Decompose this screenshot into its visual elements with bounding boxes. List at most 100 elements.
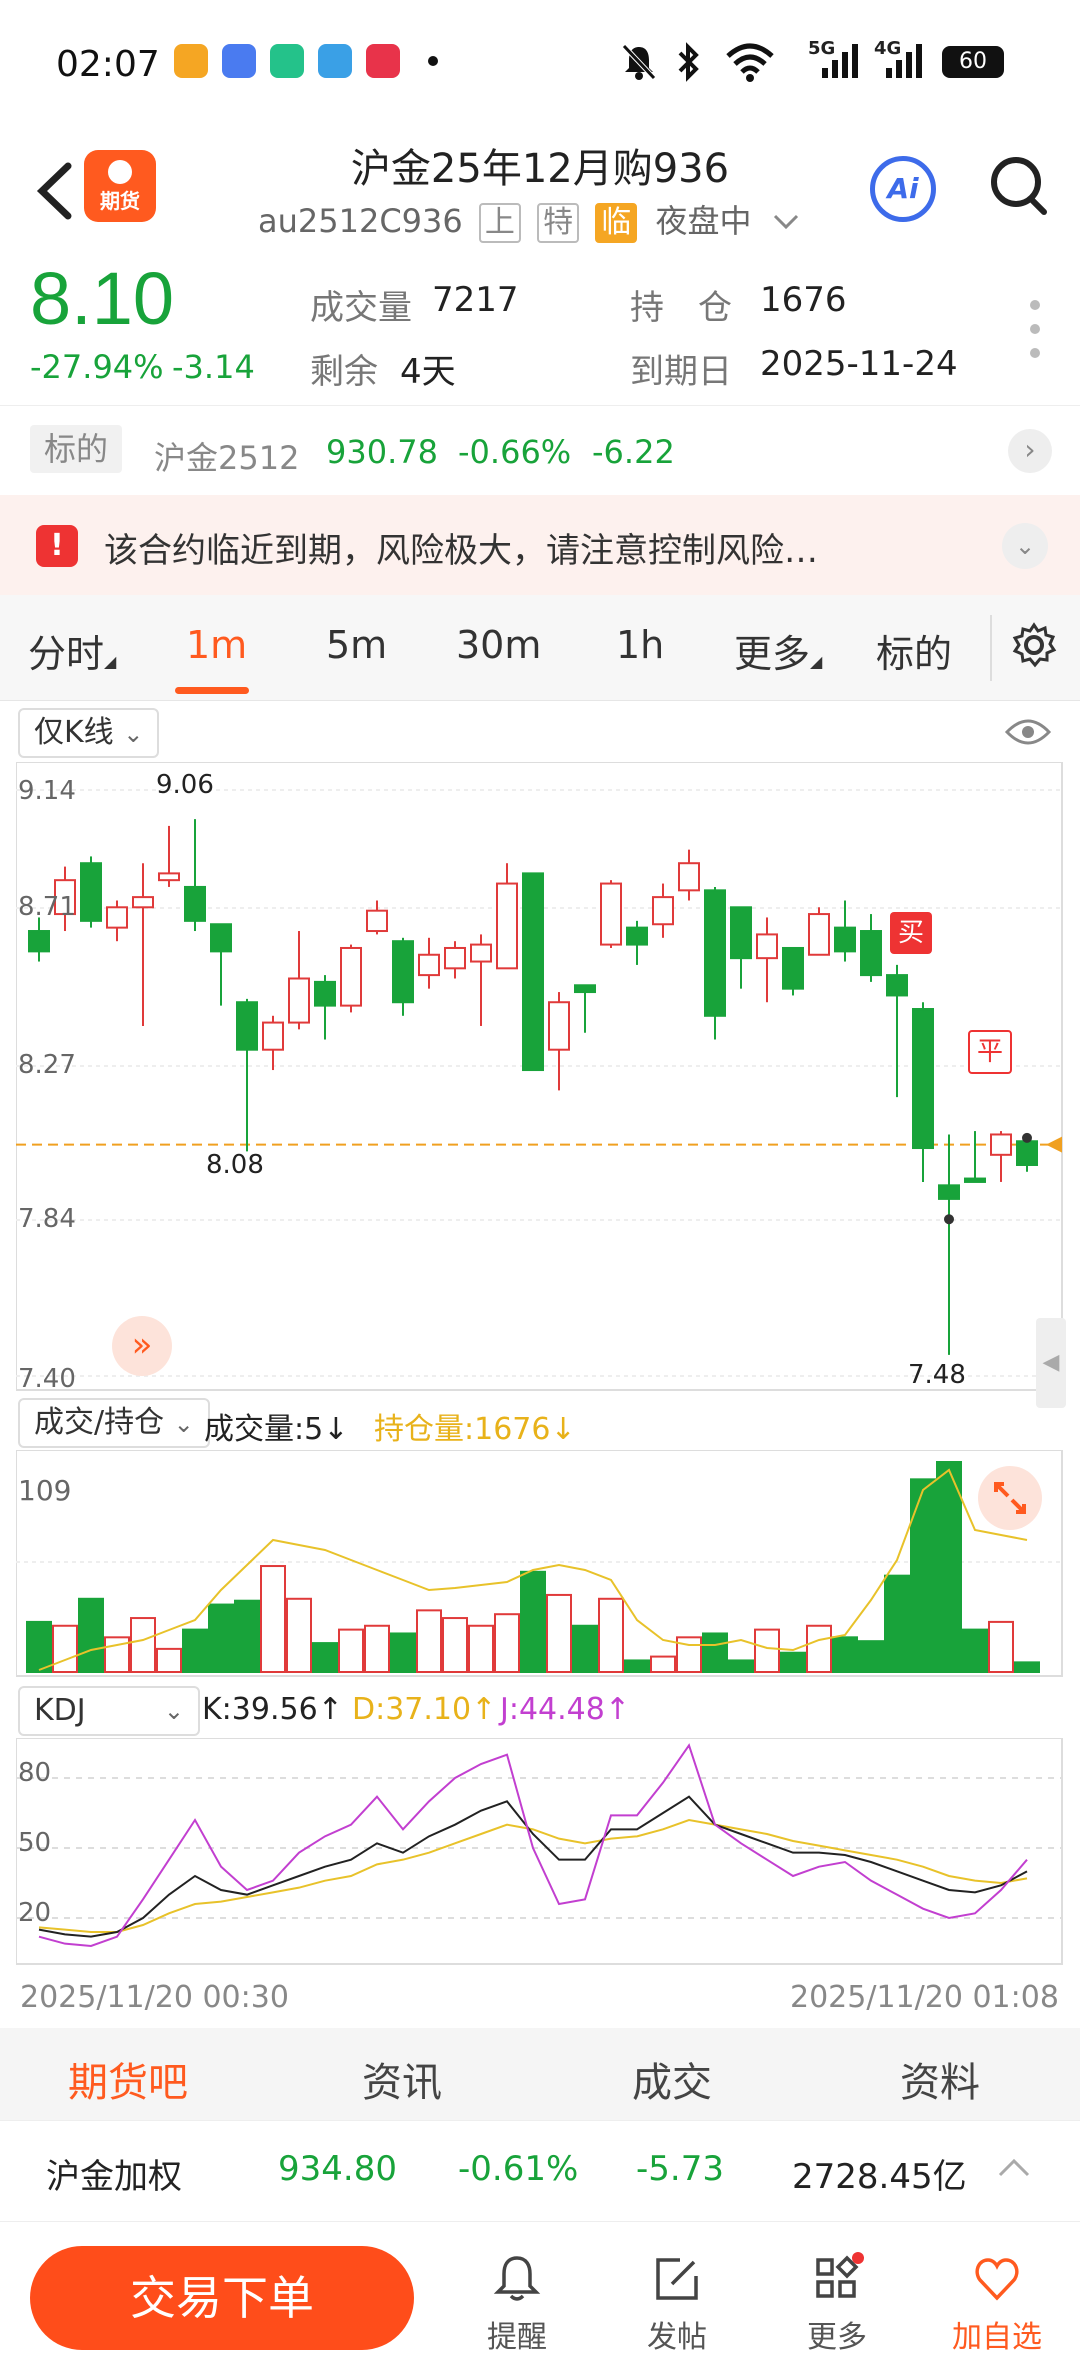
candle-body xyxy=(652,896,674,926)
change-percent: -27.94% xyxy=(30,348,164,386)
kdj-chart[interactable] xyxy=(16,1738,1064,1968)
volume-chart[interactable] xyxy=(16,1450,1064,1680)
warning-text: 该合约临近到期，风险极大，请注意控制风险… xyxy=(104,531,818,571)
last-price-marker xyxy=(1046,1136,1062,1153)
trade-order-button[interactable]: 交易下单 xyxy=(30,2246,414,2350)
change-value: -3.14 xyxy=(172,348,255,386)
side-drawer-handle[interactable]: ◀ xyxy=(1036,1318,1066,1408)
chevron-down-icon xyxy=(773,214,798,230)
volume-bar xyxy=(832,1636,858,1674)
open-interest-label: 持 仓 xyxy=(630,288,732,328)
app-notification-icon xyxy=(270,44,304,78)
tab-news[interactable]: 资讯 xyxy=(362,2050,442,2108)
candle-body xyxy=(522,872,544,1072)
tab-more[interactable]: 更多◢ xyxy=(734,623,822,678)
volume-bar xyxy=(468,1624,494,1674)
candle-body xyxy=(548,1001,570,1051)
active-tab-indicator xyxy=(175,687,249,694)
volume-bar xyxy=(884,1574,910,1673)
nav-post[interactable]: 发帖 xyxy=(622,2252,732,2356)
k-value: K:39.56↑ xyxy=(202,1692,343,1727)
grid-icon xyxy=(816,2252,864,2298)
period-tabs: 分时◢ 1m 5m 30m 1h 更多◢ 标的 xyxy=(0,595,1080,701)
volume-max-label: 109 xyxy=(18,1474,72,1507)
candle-body xyxy=(600,882,622,946)
min-price-label: 7.48 xyxy=(908,1360,966,1390)
candle-body xyxy=(990,1133,1012,1156)
weighted-index-row[interactable]: 沪金加权 934.80 -0.61% -5.73 2728.45亿 xyxy=(0,2120,1080,2222)
battery-level: 60 xyxy=(959,49,987,74)
candle-body xyxy=(938,1184,960,1200)
app-notification-icon xyxy=(318,44,352,78)
back-arrow-icon[interactable] xyxy=(28,156,88,226)
tab-1m[interactable]: 1m xyxy=(186,623,247,667)
volume-bar xyxy=(234,1599,260,1673)
tab-forum[interactable]: 期货吧 xyxy=(68,2050,188,2108)
futures-logo: 期货 xyxy=(84,150,156,222)
search-icon[interactable] xyxy=(988,152,1048,218)
indicator-dropdown[interactable]: KDJ ⌄ xyxy=(18,1686,200,1736)
nav-remind[interactable]: 提醒 xyxy=(462,2252,572,2356)
header: 期货 沪金25年12月购936 au2512C936 上 特 临 夜盘中 Ai xyxy=(0,130,1080,250)
ai-assistant-button[interactable]: Ai xyxy=(870,156,936,222)
dropdown-label: 仅K线 xyxy=(34,715,114,750)
candle-body xyxy=(28,930,50,953)
trade-point-dot xyxy=(944,1214,954,1225)
expiry-value: 2025-11-24 xyxy=(760,344,958,384)
volume-bar xyxy=(624,1659,650,1674)
volume-bar xyxy=(260,1565,286,1673)
nav-label: 提醒 xyxy=(487,2320,547,2355)
volume-mode-dropdown[interactable]: 成交/持仓 ⌄ xyxy=(18,1398,210,1448)
candle-body xyxy=(964,1177,986,1183)
tab-trades[interactable]: 成交 xyxy=(632,2050,712,2108)
candle-body xyxy=(314,980,336,1007)
more-vertical-icon[interactable] xyxy=(1030,300,1042,372)
tab-5m[interactable]: 5m xyxy=(326,623,387,667)
tab-1h[interactable]: 1h xyxy=(616,623,664,667)
fullscreen-button[interactable] xyxy=(978,1466,1042,1530)
contract-subline[interactable]: au2512C936 上 特 临 夜盘中 xyxy=(258,196,800,243)
candle-body xyxy=(184,885,206,922)
tab-underlying[interactable]: 标的 xyxy=(876,623,952,678)
volume-value: 7217 xyxy=(432,280,519,320)
volume-bar xyxy=(650,1655,676,1674)
tab-30m[interactable]: 30m xyxy=(456,623,541,667)
buy-marker[interactable]: 买 xyxy=(890,912,932,954)
chevron-right-icon[interactable]: › xyxy=(1008,429,1052,473)
chevron-up-icon[interactable] xyxy=(996,2155,1032,2179)
warning-icon: ! xyxy=(36,525,78,567)
chevron-down-icon[interactable]: ⌄ xyxy=(1002,523,1048,569)
gear-icon[interactable] xyxy=(1010,621,1058,669)
tab-info[interactable]: 资料 xyxy=(900,2050,980,2108)
candle-body xyxy=(392,940,414,1004)
expand-history-button[interactable]: » xyxy=(112,1316,172,1376)
volume-bar xyxy=(936,1461,962,1673)
kline-chart[interactable] xyxy=(16,762,1064,1392)
volume-bar xyxy=(572,1624,598,1674)
candle-body xyxy=(366,909,388,933)
index-percent: -0.61% xyxy=(458,2149,579,2189)
candle-body xyxy=(418,953,440,977)
volume-bar xyxy=(910,1478,936,1674)
underlying-row[interactable]: 标的 沪金2512 930.78 -0.66% -6.22 › xyxy=(0,405,1080,495)
risk-warning-banner[interactable]: ! 该合约临近到期，风险极大，请注意控制风险… ⌄ xyxy=(0,495,1080,595)
volume-bar xyxy=(416,1609,442,1673)
candle-body xyxy=(756,933,778,960)
close-marker[interactable]: 平 xyxy=(968,1030,1012,1074)
tab-label: 分时 xyxy=(28,632,105,676)
nav-more[interactable]: 更多 xyxy=(782,2252,892,2356)
kline-mode-dropdown[interactable]: 仅K线 ⌄ xyxy=(18,708,160,758)
volume-bar xyxy=(754,1628,780,1674)
eye-icon[interactable] xyxy=(1004,714,1052,750)
y-axis-label: 7.40 xyxy=(18,1364,76,1394)
compose-icon xyxy=(656,2258,698,2300)
kdj-j-line xyxy=(38,1743,1028,1948)
underlying-name: 沪金2512 xyxy=(154,439,300,477)
volume-bar xyxy=(494,1613,520,1673)
volume-bar xyxy=(546,1593,572,1673)
nav-add-favorite[interactable]: 加自选 xyxy=(942,2252,1052,2356)
volume-bar xyxy=(390,1632,416,1674)
tab-timeshare[interactable]: 分时◢ xyxy=(28,623,116,678)
candle-body xyxy=(340,946,362,1007)
candle-body xyxy=(158,872,180,882)
